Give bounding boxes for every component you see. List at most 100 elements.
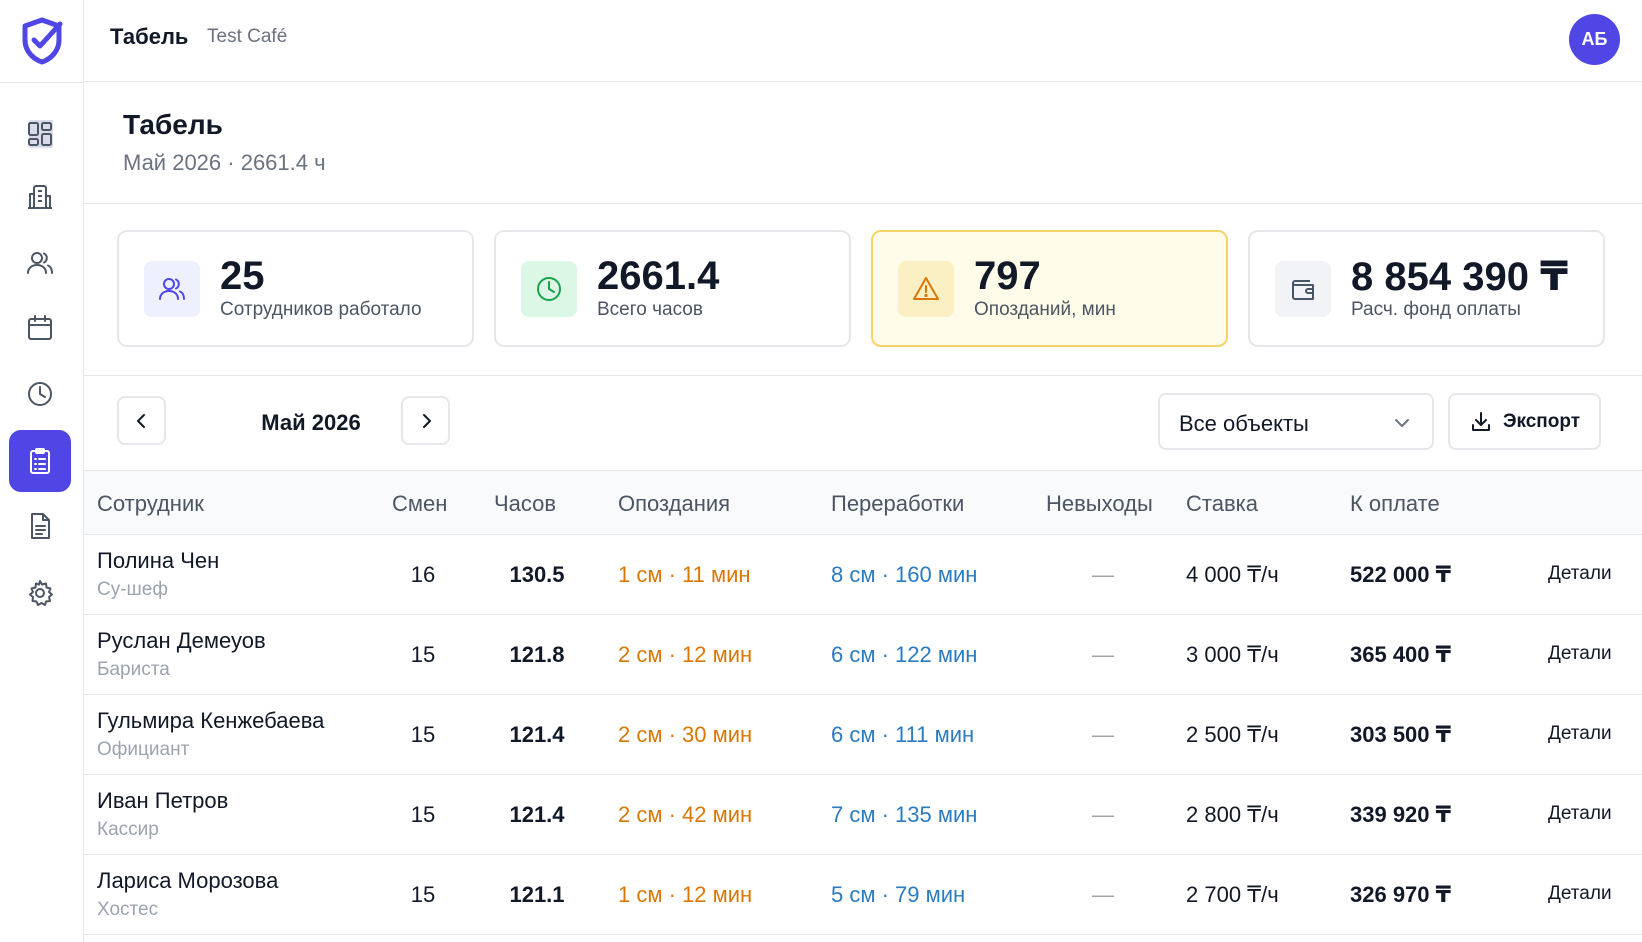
stat-label: Всего часов — [597, 299, 703, 320]
table-header: Сотрудник Смен Часов Опоздания Переработ… — [84, 470, 1642, 535]
user-avatar[interactable]: АБ — [1569, 14, 1620, 65]
page-subtitle: Май 2026 · 2661.4 ч — [123, 150, 326, 175]
employee-role: Бариста — [97, 659, 170, 680]
overtime-value: 7 см · 135 мин — [831, 802, 978, 827]
details-link[interactable]: Детали — [1548, 643, 1612, 665]
shifts-count: 15 — [410, 882, 436, 907]
rate-value: 2 500 ₸/ч — [1186, 722, 1279, 747]
column-hours[interactable]: Часов — [494, 491, 556, 517]
shifts-count: 15 — [410, 722, 436, 747]
hours-value: 121.4 — [509, 722, 565, 747]
overtime-value: 8 см · 160 мин — [831, 562, 978, 587]
column-absences[interactable]: Невыходы — [1046, 491, 1153, 517]
stat-label: Расч. фонд оплаты — [1351, 299, 1521, 320]
stat-card-employees: 25 Сотрудников работало — [117, 230, 474, 347]
late-value: 2 см · 12 мин — [618, 642, 753, 667]
pay-value: 326 970 ₸ — [1350, 882, 1451, 907]
sidebar-item-timesheet[interactable] — [9, 430, 71, 492]
absences-value: — — [1092, 722, 1114, 747]
table-row[interactable]: Гульмира Кенжебаева Официант 15 121.4 2 … — [84, 695, 1642, 775]
employee-name: Иван Петров — [97, 788, 229, 813]
table-row[interactable]: Лариса Морозова Хостес 15 121.1 1 см · 1… — [84, 855, 1642, 935]
details-link[interactable]: Детали — [1548, 803, 1612, 825]
prev-month-button[interactable] — [117, 396, 166, 445]
employee-role: Су-шеф — [97, 579, 168, 600]
overtime-value: 6 см · 122 мин — [831, 642, 978, 667]
chevron-right-icon — [422, 413, 431, 428]
object-filter-select[interactable]: Все объекты — [1158, 393, 1434, 450]
rate-value: 2 700 ₸/ч — [1186, 882, 1279, 907]
employee-name: Гульмира Кенжебаева — [97, 708, 325, 733]
late-value: 2 см · 30 мин — [618, 722, 753, 747]
sidebar-item-schedule[interactable] — [9, 297, 71, 359]
hours-value: 130.5 — [509, 562, 565, 587]
sidebar-item-objects[interactable] — [9, 166, 71, 228]
sidebar-item-dashboard[interactable] — [9, 103, 71, 165]
employee-name: Руслан Демеуов — [97, 628, 266, 653]
sidebar-item-time[interactable] — [9, 363, 71, 425]
sidebar-item-staff[interactable] — [9, 232, 71, 294]
building-icon — [28, 185, 52, 209]
absences-value: — — [1092, 562, 1114, 587]
rate-value: 2 800 ₸/ч — [1186, 802, 1279, 827]
object-filter-value: Все объекты — [1179, 411, 1309, 436]
clock-icon — [28, 382, 52, 406]
shifts-count: 16 — [410, 562, 436, 587]
table-row[interactable]: Иван Петров Кассир 15 121.4 2 см · 42 ми… — [84, 775, 1642, 855]
stat-value: 8 854 390 ₸ — [1351, 255, 1568, 299]
sidebar-item-settings[interactable] — [9, 562, 71, 624]
stat-icon-box — [521, 261, 577, 317]
shifts-count: 15 — [410, 642, 436, 667]
users-icon — [27, 252, 53, 274]
hours-value: 121.1 — [509, 882, 565, 907]
download-icon — [1471, 411, 1490, 431]
shifts-count: 15 — [410, 802, 436, 827]
wallet-icon — [1292, 280, 1314, 300]
details-link[interactable]: Детали — [1548, 563, 1612, 585]
column-pay[interactable]: К оплате — [1350, 491, 1440, 517]
employee-name: Лариса Морозова — [97, 868, 279, 893]
logo-check-icon — [22, 17, 63, 65]
export-button[interactable]: Экспорт — [1448, 393, 1601, 450]
document-icon — [31, 513, 50, 539]
pay-value: 522 000 ₸ — [1350, 562, 1451, 587]
table-row[interactable]: Руслан Демеуов Бариста 15 121.8 2 см · 1… — [84, 615, 1642, 695]
overtime-value: 5 см · 79 мин — [831, 882, 966, 907]
users-icon — [159, 278, 185, 300]
current-month: Май 2026 — [261, 410, 361, 435]
chevron-down-icon — [1395, 419, 1409, 427]
absences-value: — — [1092, 802, 1114, 827]
column-employee[interactable]: Сотрудник — [97, 491, 204, 517]
hours-value: 121.8 — [509, 642, 565, 667]
clipboard-icon — [30, 448, 50, 474]
sidebar-item-reports[interactable] — [9, 495, 71, 557]
stat-icon-box — [144, 261, 200, 317]
stat-icon-box — [898, 261, 954, 317]
details-link[interactable]: Детали — [1548, 883, 1612, 905]
page-title: Табель — [123, 109, 223, 140]
table-row[interactable]: Полина Чен Су-шеф 16 130.5 1 см · 11 мин… — [84, 535, 1642, 615]
stat-card-lateness: 797 Опозданий, мин — [871, 230, 1228, 347]
pay-value: 365 400 ₸ — [1350, 642, 1451, 667]
stat-card-payroll: 8 854 390 ₸ Расч. фонд оплаты — [1248, 230, 1605, 347]
organization-name[interactable]: Test Café — [207, 26, 287, 48]
details-link[interactable]: Детали — [1548, 723, 1612, 745]
column-shifts[interactable]: Смен — [392, 491, 447, 517]
stat-value: 2661.4 — [597, 254, 720, 298]
next-month-button[interactable] — [401, 396, 450, 445]
pay-value: 339 920 ₸ — [1350, 802, 1451, 827]
rate-value: 3 000 ₸/ч — [1186, 642, 1279, 667]
late-value: 1 см · 12 мин — [618, 882, 753, 907]
column-overtime[interactable]: Переработки — [831, 491, 964, 517]
export-label: Экспорт — [1502, 410, 1581, 432]
overtime-value: 6 см · 111 мин — [831, 722, 975, 747]
dashboard-icon — [28, 122, 52, 146]
column-late[interactable]: Опоздания — [618, 491, 730, 517]
table-toolbar: Май 2026 Все объекты Экспорт — [84, 376, 1642, 470]
late-value: 1 см · 11 мин — [618, 562, 751, 587]
stat-icon-box — [1275, 261, 1331, 317]
app-logo[interactable] — [0, 0, 84, 83]
app-root: Табель Test Café АБ Табель Май 2026 · 26… — [0, 0, 1642, 942]
stats-row: 25 Сотрудников работало 2661.4 Всего час… — [84, 204, 1642, 376]
column-rate[interactable]: Ставка — [1186, 491, 1258, 517]
